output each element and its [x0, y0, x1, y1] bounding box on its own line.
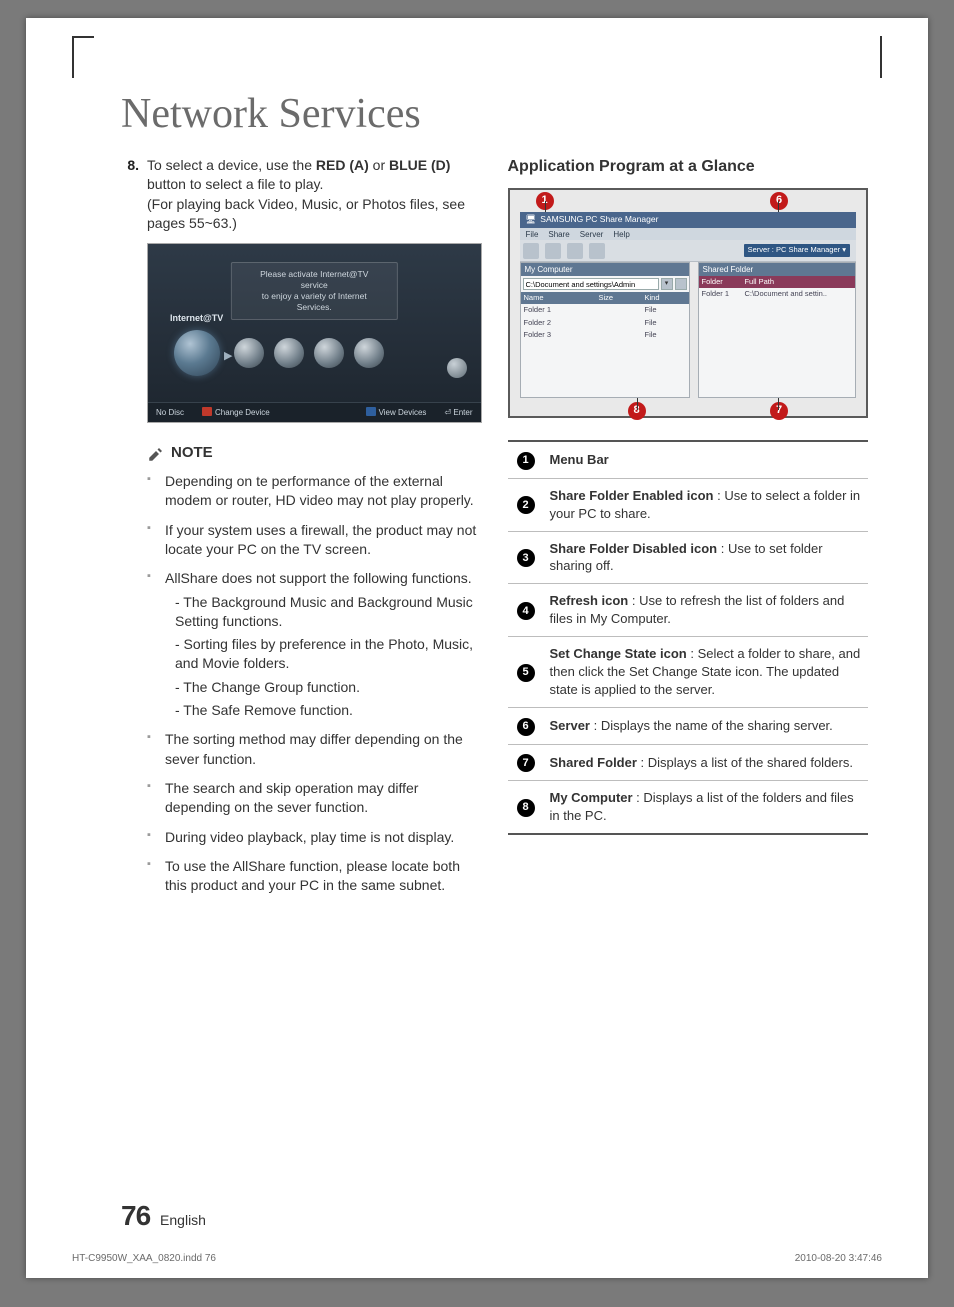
page-footer: 76 English — [121, 1200, 206, 1232]
step-number: 8. — [121, 156, 139, 233]
path-input — [523, 278, 659, 290]
bottom-bar: No Disc Change Device View Devices ⏎ Ent… — [148, 402, 481, 422]
table-row: 6Server : Displays the name of the shari… — [508, 708, 869, 745]
left-column: 8. To select a device, use the RED (A) o… — [121, 156, 482, 906]
file-table: NameSizeKind Folder 1File Folder 2File F… — [521, 292, 689, 341]
tv-screenshot: Please activate Internet@TV service to e… — [147, 243, 482, 423]
note-icon — [147, 445, 165, 463]
page-number: 76 — [121, 1200, 150, 1231]
right-column: Application Program at a Glance 1 6 2 3 … — [508, 156, 869, 906]
shared-folder-panel: Shared Folder FolderFull Path Folder 1C:… — [698, 262, 857, 398]
media-icon — [314, 338, 344, 368]
share-disabled-icon — [545, 243, 561, 259]
note-sublist: - The Background Music and Background Mu… — [165, 593, 482, 721]
page-title: Network Services — [121, 90, 868, 138]
table-row: 3Share Folder Disabled icon : Use to set… — [508, 531, 869, 584]
print-meta: HT-C9950W_XAA_0820.indd 76 2010-08-20 3:… — [72, 1253, 882, 1264]
media-icon — [274, 338, 304, 368]
table-row: 4Refresh icon : Use to refresh the list … — [508, 584, 869, 637]
note-item: If your system uses a firewall, the prod… — [147, 521, 482, 560]
content-area: Network Services 8. To select a device, … — [121, 90, 868, 906]
table-row: 8My Computer : Displays a list of the fo… — [508, 781, 869, 834]
meta-date: 2010-08-20 3:47:46 — [795, 1253, 882, 1264]
page: Network Services 8. To select a device, … — [26, 18, 928, 1278]
view-devices-hint: View Devices — [366, 407, 427, 418]
crop-mark — [880, 36, 882, 78]
app-menubar: File Share Server Help — [520, 228, 857, 240]
section-heading: Application Program at a Glance — [508, 156, 869, 178]
glance-table: 1Menu Bar 2Share Folder Enabled icon : U… — [508, 440, 869, 835]
refresh-icon — [567, 243, 583, 259]
table-row: 7Shared Folder : Displays a list of the … — [508, 744, 869, 781]
media-icons — [234, 338, 384, 368]
app-toolbar: Server : PC Share Manager ▾ — [520, 240, 857, 262]
media-icon — [234, 338, 264, 368]
note-label: NOTE — [171, 443, 213, 464]
note-item: AllShare does not support the following … — [147, 569, 482, 720]
page-language: English — [160, 1212, 206, 1228]
no-disc-label: No Disc — [156, 407, 184, 418]
meta-file: HT-C9950W_XAA_0820.indd 76 — [72, 1253, 216, 1264]
step-8: 8. To select a device, use the RED (A) o… — [121, 156, 482, 233]
table-row: 5Set Change State icon : Select a folder… — [508, 637, 869, 708]
media-icon — [354, 338, 384, 368]
table-row: 1Menu Bar — [508, 441, 869, 478]
note-item: During video playback, play time is not … — [147, 828, 482, 847]
arrow-icon: ▶ — [224, 349, 232, 364]
share-enabled-icon — [523, 243, 539, 259]
note-item: The sorting method may differ depending … — [147, 730, 482, 769]
notes-list: Depending on te performance of the exter… — [147, 472, 482, 896]
table-row: 2Share Folder Enabled icon : Use to sele… — [508, 478, 869, 531]
note-item: The search and skip operation may differ… — [147, 779, 482, 818]
internet-tv-label: Internet@TV — [170, 312, 223, 324]
crop-mark — [72, 36, 94, 78]
dropdown-icon: ▾ — [661, 278, 673, 290]
shared-table: FolderFull Path Folder 1C:\Document and … — [699, 276, 856, 301]
note-heading: NOTE — [147, 443, 482, 464]
callout-7: 7 — [770, 402, 788, 420]
set-state-icon — [589, 243, 605, 259]
server-selector: Server : PC Share Manager ▾ — [744, 244, 850, 256]
app-titlebar: 🖥 SAMSUNG PC Share Manager — [520, 212, 857, 228]
globe-icon — [174, 330, 220, 376]
my-computer-panel: My Computer ▾ NameSizeKind Folder 1File … — [520, 262, 690, 398]
go-icon — [675, 278, 687, 290]
gear-icon — [447, 358, 467, 378]
callout-6: 6 — [770, 192, 788, 210]
app-screenshot: 1 6 2 3 4 5 8 7 🖥 SAMSUNG PC Share Manag… — [508, 188, 869, 418]
note-item: Depending on te performance of the exter… — [147, 472, 482, 511]
note-item: To use the AllShare function, please loc… — [147, 857, 482, 896]
activate-banner: Please activate Internet@TV service to e… — [231, 262, 397, 320]
step-text: To select a device, use the RED (A) or B… — [147, 156, 482, 233]
enter-hint: ⏎ Enter — [444, 407, 472, 418]
change-device-hint: Change Device — [202, 407, 270, 418]
